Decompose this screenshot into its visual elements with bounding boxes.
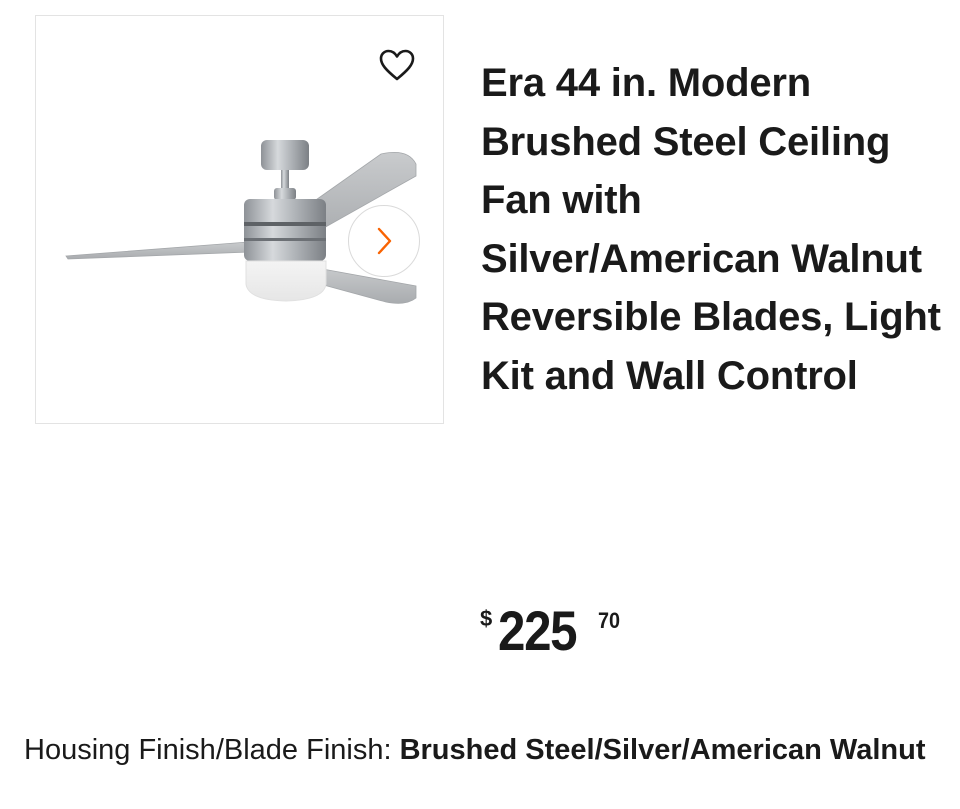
product-card: Era 44 in. Modern Brushed Steel Ceiling …	[0, 0, 960, 809]
finish-value: Brushed Steel/Silver/American Walnut	[399, 734, 926, 766]
price-dollars: 225	[498, 599, 578, 662]
product-title: Era 44 in. Modern Brushed Steel Ceiling …	[481, 61, 941, 398]
heart-outline-icon	[379, 49, 415, 81]
finish-attribute: Housing Finish/Blade Finish: Brushed Ste…	[24, 727, 944, 774]
favorite-button[interactable]	[374, 42, 420, 88]
price-cents: 70	[598, 608, 621, 633]
next-image-button[interactable]	[348, 205, 420, 277]
product-image-gallery	[35, 15, 444, 424]
finish-label: Housing Finish/Blade Finish:	[24, 734, 400, 766]
chevron-right-icon	[377, 227, 392, 255]
price-currency: $	[480, 606, 493, 631]
